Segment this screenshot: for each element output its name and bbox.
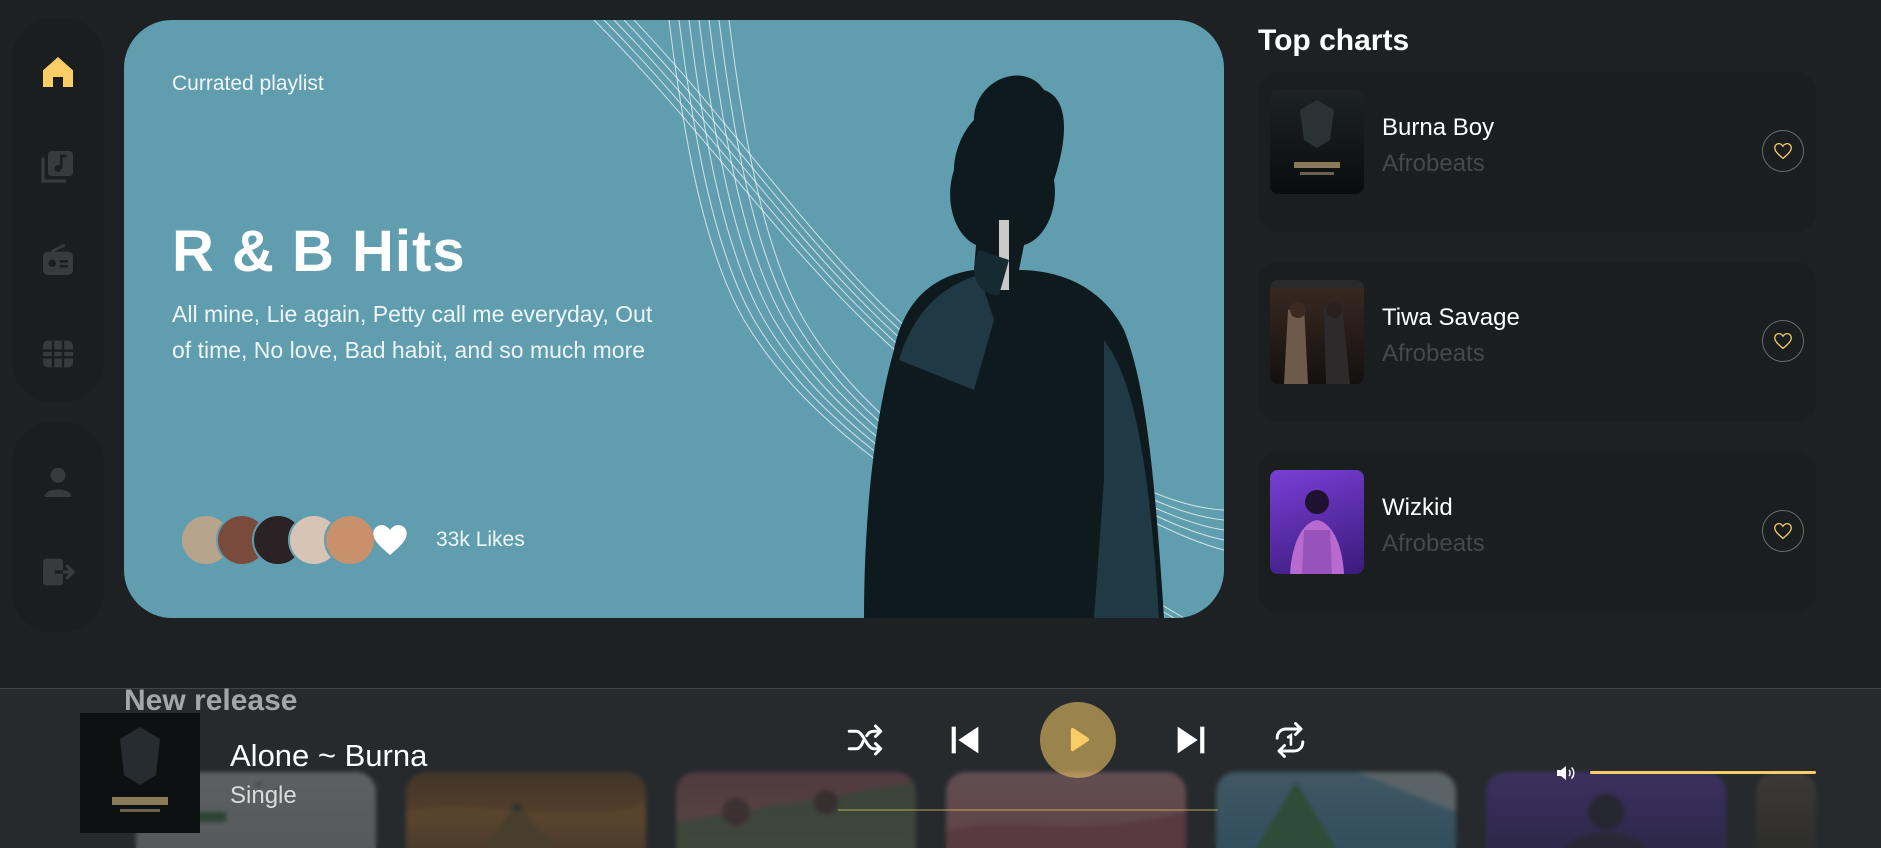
shuffle-button[interactable] [842, 718, 888, 762]
playlist-title: R & B Hits [172, 219, 466, 284]
repeat-one-icon [1275, 722, 1305, 758]
chart-item[interactable]: Burna Boy Afrobeats [1258, 72, 1816, 232]
playlist-icon[interactable] [36, 144, 80, 188]
sidebar-account-nav [12, 422, 104, 632]
chart-genre: Afrobeats [1382, 340, 1485, 367]
avatar [324, 514, 376, 566]
shuffle-icon [847, 724, 883, 756]
sidebar-main-nav [12, 18, 104, 402]
chart-artist: Burna Boy [1382, 114, 1495, 141]
now-playing-cover [80, 713, 200, 833]
listener-avatars [180, 514, 376, 566]
album-cover [1270, 470, 1364, 574]
heart-outline-icon [1774, 143, 1792, 160]
volume-slider[interactable] [1590, 771, 1816, 774]
previous-button[interactable] [942, 718, 988, 762]
top-charts-title: Top charts [1258, 24, 1410, 57]
chart-item[interactable]: Wizkid Afrobeats [1258, 452, 1816, 612]
album-cover [1270, 90, 1364, 194]
now-playing-title: Alone ~ Burna [230, 738, 428, 773]
chart-item[interactable]: Tiwa Savage Afrobeats [1258, 262, 1816, 422]
volume-icon[interactable] [1554, 762, 1578, 784]
profile-icon[interactable] [36, 460, 80, 504]
now-playing-type: Single [230, 782, 297, 809]
featured-playlist-banner[interactable]: Currated playlist R & B Hits All mine, L… [124, 20, 1224, 618]
radio-icon[interactable] [36, 238, 80, 282]
play-button[interactable] [1040, 702, 1116, 778]
playlist-description: All mine, Lie again, Petty call me every… [172, 301, 653, 363]
favorite-button[interactable] [1762, 320, 1804, 362]
track-progress-bar[interactable] [838, 809, 1218, 811]
home-icon[interactable] [36, 50, 80, 94]
play-icon [1070, 727, 1090, 752]
favorite-button[interactable] [1762, 510, 1804, 552]
chart-genre: Afrobeats [1382, 530, 1485, 557]
skip-next-icon [1177, 726, 1205, 754]
repeat-button[interactable] [1266, 718, 1314, 762]
videos-icon[interactable] [36, 332, 80, 376]
chart-artist: Tiwa Savage [1382, 304, 1520, 331]
heart-outline-icon [1774, 523, 1792, 540]
logout-icon[interactable] [36, 550, 80, 594]
album-cover [1270, 280, 1364, 384]
playlist-caption: Currated playlist [172, 72, 324, 95]
chart-genre: Afrobeats [1382, 150, 1485, 177]
likes-count: 33k Likes [436, 528, 525, 551]
heart-icon[interactable] [370, 520, 410, 560]
chart-artist: Wizkid [1382, 494, 1453, 521]
artist-photo [864, 75, 1164, 618]
favorite-button[interactable] [1762, 130, 1804, 172]
skip-previous-icon [951, 726, 979, 754]
next-button[interactable] [1168, 718, 1214, 762]
heart-outline-icon [1774, 333, 1792, 350]
